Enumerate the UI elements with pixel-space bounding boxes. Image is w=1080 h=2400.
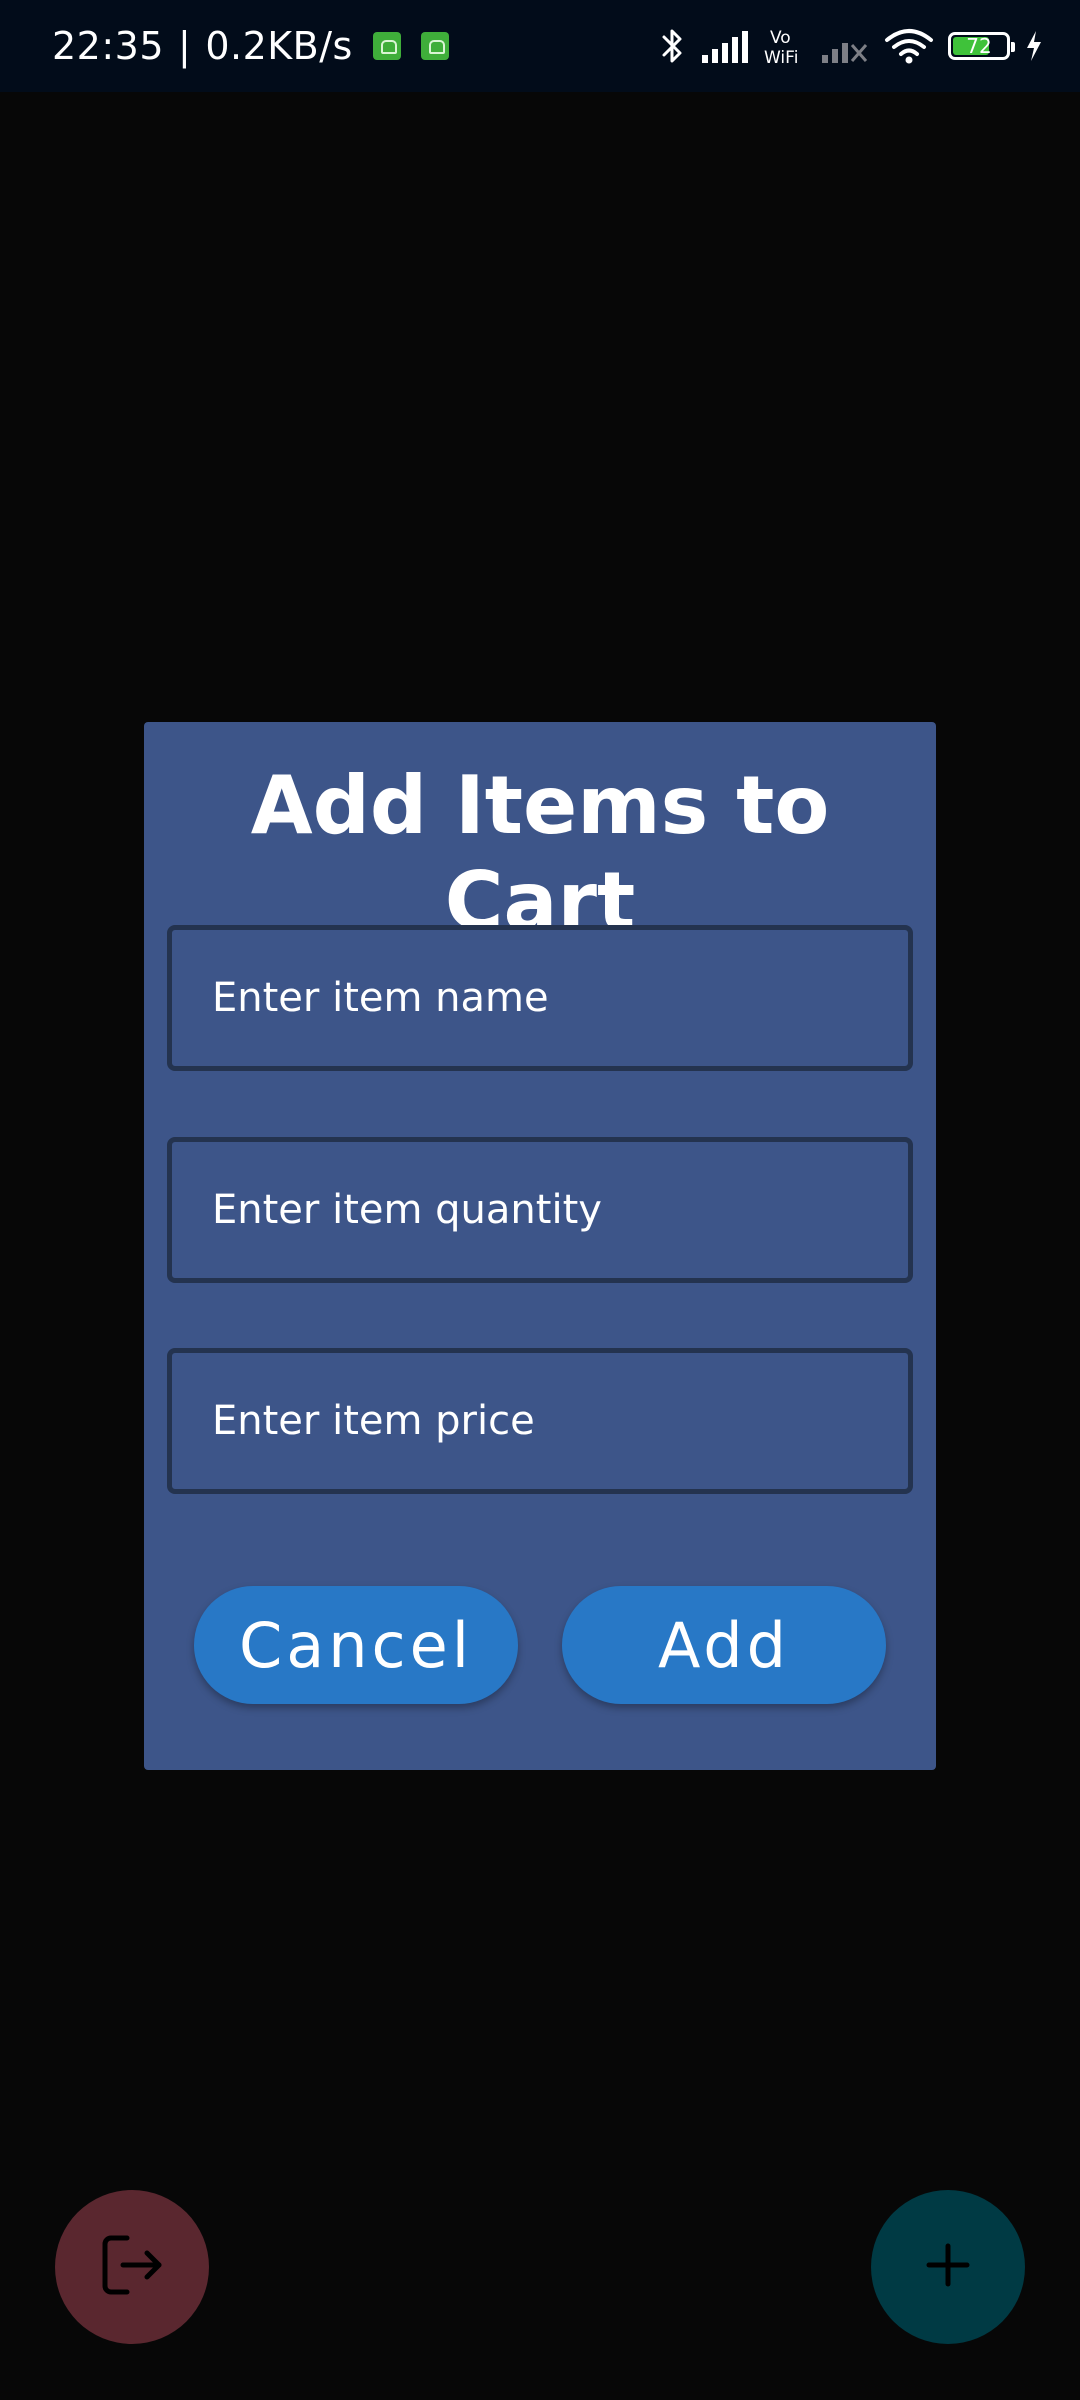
- network-speed: 0.2KB/s: [205, 24, 353, 68]
- add-items-dialog: Add Items to Cart Cancel Add: [144, 722, 936, 1770]
- item-quantity-input[interactable]: [172, 1142, 908, 1278]
- add-item-fab[interactable]: [871, 2190, 1025, 2344]
- cancel-button[interactable]: Cancel: [194, 1586, 518, 1704]
- app-notification-icon: [372, 32, 401, 60]
- item-price-input[interactable]: [172, 1353, 908, 1489]
- status-bar: 22:35 | 0.2KB/s Vo WiFi 72: [0, 0, 1080, 92]
- battery-icon: 72: [948, 32, 1015, 60]
- wifi-icon: [884, 27, 934, 65]
- no-signal-icon: [820, 29, 870, 63]
- item-name-field: [167, 925, 913, 1071]
- app-screen: 22:35 | 0.2KB/s Vo WiFi 72 Add Items to …: [0, 0, 1080, 2400]
- svg-text:Vo: Vo: [770, 28, 791, 48]
- battery-nub: [1011, 42, 1015, 52]
- status-left: 22:35 | 0.2KB/s: [52, 0, 449, 92]
- logout-button[interactable]: [55, 2190, 209, 2344]
- vowifi-icon: Vo WiFi: [764, 26, 806, 66]
- status-separator: |: [178, 24, 192, 68]
- bluetooth-icon: [660, 27, 686, 65]
- dialog-title: Add Items to Cart: [250, 759, 830, 948]
- battery-level: 72: [966, 34, 992, 58]
- app-notification-icon: [420, 32, 449, 60]
- svg-text:WiFi: WiFi: [764, 48, 798, 66]
- item-name-input[interactable]: [172, 930, 908, 1066]
- status-time: 22:35: [52, 24, 165, 68]
- signal-icon: [700, 29, 750, 63]
- plus-icon: [923, 2240, 973, 2294]
- logout-icon: [97, 2230, 167, 2304]
- item-price-field: [167, 1348, 913, 1494]
- add-button[interactable]: Add: [562, 1586, 886, 1704]
- status-right: Vo WiFi 72: [660, 0, 1044, 92]
- charging-icon: [1024, 29, 1044, 63]
- item-quantity-field: [167, 1137, 913, 1283]
